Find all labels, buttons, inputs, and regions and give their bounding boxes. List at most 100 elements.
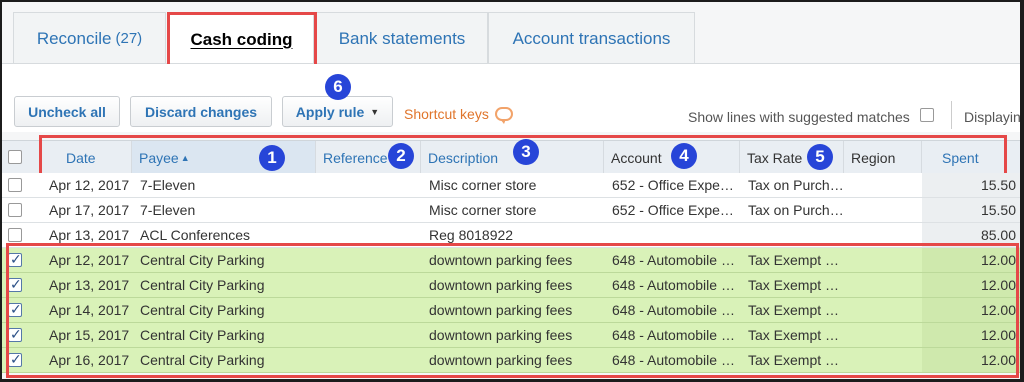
cell-account[interactable]: 648 - Automobile … xyxy=(604,298,740,322)
cell-description[interactable]: downtown parking fees xyxy=(421,348,604,372)
cell-tax-rate[interactable]: Tax Exempt … xyxy=(740,273,844,297)
cell-spent[interactable]: 12.00 xyxy=(922,248,1020,272)
cell-region[interactable] xyxy=(844,223,922,247)
cell-reference[interactable] xyxy=(316,248,421,272)
row-checkbox[interactable] xyxy=(8,228,22,242)
row-checkbox[interactable] xyxy=(8,251,22,268)
cell-spent[interactable]: 15.50 xyxy=(922,173,1020,197)
cell-date[interactable]: Apr 16, 2017 xyxy=(39,348,132,372)
cell-region[interactable] xyxy=(844,198,922,222)
cell-account[interactable]: 652 - Office Expe… xyxy=(604,198,740,222)
cell-region[interactable] xyxy=(844,248,922,272)
cell-description[interactable]: downtown parking fees xyxy=(421,273,604,297)
cell-reference[interactable] xyxy=(316,323,421,347)
cell-payee[interactable]: 7-Eleven xyxy=(132,198,316,222)
table-row[interactable]: Apr 13, 2017 ACL Conferences Reg 8018922 85… xyxy=(2,223,1020,248)
cell-region[interactable] xyxy=(844,173,922,197)
tab-account-transactions[interactable]: Account transactions xyxy=(488,12,695,64)
tab-reconcile[interactable]: Reconcile (27) xyxy=(13,12,166,64)
cell-spent[interactable]: 12.00 xyxy=(922,348,1020,372)
cell-spent[interactable]: 12.00 xyxy=(922,323,1020,347)
select-all-checkbox[interactable] xyxy=(8,150,22,164)
cell-spent[interactable]: 12.00 xyxy=(922,298,1020,322)
table-row[interactable]: Apr 13, 2017Central City Parking downtown… xyxy=(2,273,1020,298)
column-account[interactable]: Account xyxy=(604,141,740,174)
cell-account[interactable]: 648 - Automobile … xyxy=(604,273,740,297)
table-row[interactable]: Apr 12, 2017 7-Eleven Misc corner store 652… xyxy=(2,173,1020,198)
cell-region[interactable] xyxy=(844,298,922,322)
table-row[interactable]: Apr 16, 2017Central City Parking downtown… xyxy=(2,348,1020,373)
cell-reference[interactable] xyxy=(316,273,421,297)
column-tax-rate-label: Tax Rate xyxy=(747,149,803,166)
row-checkbox[interactable] xyxy=(8,326,22,343)
column-description[interactable]: Description xyxy=(421,141,604,174)
cell-region[interactable] xyxy=(844,323,922,347)
cell-region[interactable] xyxy=(844,273,922,297)
cell-payee[interactable]: Central City Parking xyxy=(132,273,316,297)
column-region[interactable]: Region xyxy=(844,141,922,174)
row-checkbox[interactable] xyxy=(8,351,22,368)
cell-date[interactable]: Apr 12, 2017 xyxy=(39,173,132,197)
cell-payee[interactable]: Central City Parking xyxy=(132,248,316,272)
row-checkbox[interactable] xyxy=(8,178,22,192)
cell-description[interactable]: Reg 8018922 xyxy=(421,223,604,247)
cell-date[interactable]: Apr 13, 2017 xyxy=(39,223,132,247)
cell-date[interactable]: Apr 15, 2017 xyxy=(39,323,132,347)
cell-payee[interactable]: Central City Parking xyxy=(132,323,316,347)
cell-payee[interactable]: 7-Eleven xyxy=(132,173,316,197)
cell-reference[interactable] xyxy=(316,298,421,322)
cell-date[interactable]: Apr 13, 2017 xyxy=(39,273,132,297)
cell-description[interactable]: downtown parking fees xyxy=(421,323,604,347)
cell-tax-rate[interactable]: Tax Exempt … xyxy=(740,323,844,347)
row-checkbox[interactable] xyxy=(8,203,22,217)
cell-spent[interactable]: 15.50 xyxy=(922,198,1020,222)
column-payee[interactable]: Payee ▲ xyxy=(132,141,316,174)
discard-changes-button[interactable]: Discard changes xyxy=(130,96,272,127)
cell-payee[interactable]: Central City Parking xyxy=(132,298,316,322)
apply-rule-button[interactable]: Apply rule ▼ xyxy=(282,96,393,127)
cell-tax-rate[interactable]: Tax Exempt … xyxy=(740,348,844,372)
row-checkbox[interactable] xyxy=(8,301,22,318)
cell-date[interactable]: Apr 14, 2017 xyxy=(39,298,132,322)
cell-account[interactable]: 648 - Automobile … xyxy=(604,248,740,272)
cell-reference[interactable] xyxy=(316,173,421,197)
shortcut-keys-link[interactable]: Shortcut keys xyxy=(404,106,513,124)
column-date[interactable]: Date xyxy=(39,141,132,174)
cell-reference[interactable] xyxy=(316,198,421,222)
uncheck-all-button[interactable]: Uncheck all xyxy=(14,96,120,127)
cell-account[interactable]: 648 - Automobile … xyxy=(604,348,740,372)
cell-reference[interactable] xyxy=(316,348,421,372)
cell-payee[interactable]: Central City Parking xyxy=(132,348,316,372)
cell-description[interactable]: downtown parking fees xyxy=(421,298,604,322)
cell-date[interactable]: Apr 17, 2017 xyxy=(39,198,132,222)
cell-tax-rate[interactable]: Tax on Purch… xyxy=(740,198,844,222)
cell-tax-rate[interactable] xyxy=(740,223,844,247)
cell-spent[interactable]: 12.00 xyxy=(922,273,1020,297)
cell-description[interactable]: Misc corner store xyxy=(421,198,604,222)
cell-tax-rate[interactable]: Tax Exempt … xyxy=(740,298,844,322)
cell-account[interactable]: 648 - Automobile … xyxy=(604,323,740,347)
table-row[interactable]: Apr 15, 2017Central City Parking downtown… xyxy=(2,323,1020,348)
table-row[interactable]: Apr 17, 2017 7-Eleven Misc corner store 652… xyxy=(2,198,1020,223)
cell-payee[interactable]: ACL Conferences xyxy=(132,223,316,247)
cell-date[interactable]: Apr 12, 2017 xyxy=(39,248,132,272)
cell-tax-rate[interactable]: Tax on Purch… xyxy=(740,173,844,197)
table-row[interactable]: Apr 12, 2017Central City Parking downtown… xyxy=(2,248,1020,273)
tab-bank-statements[interactable]: Bank statements xyxy=(316,12,488,64)
cell-account[interactable] xyxy=(604,223,740,247)
column-payee-label: Payee xyxy=(139,149,179,166)
column-spent[interactable]: Spent xyxy=(922,141,1020,174)
cell-tax-rate[interactable]: Tax Exempt … xyxy=(740,248,844,272)
cell-description[interactable]: Misc corner store xyxy=(421,173,604,197)
cell-spent[interactable]: 85.00 xyxy=(922,223,1020,247)
cell-region[interactable] xyxy=(844,348,922,372)
cell-description[interactable]: downtown parking fees xyxy=(421,248,604,272)
suggested-matches-checkbox[interactable] xyxy=(920,108,934,122)
cell-account[interactable]: 652 - Office Expe… xyxy=(604,173,740,197)
tab-cash-coding[interactable]: Cash coding xyxy=(169,12,314,66)
table-row[interactable]: Apr 14, 2017Central City Parking downtown… xyxy=(2,298,1020,323)
cell-reference[interactable] xyxy=(316,223,421,247)
column-tax-rate[interactable]: Tax Rate xyxy=(740,141,844,174)
column-reference[interactable]: Reference xyxy=(316,141,421,174)
row-checkbox[interactable] xyxy=(8,276,22,293)
